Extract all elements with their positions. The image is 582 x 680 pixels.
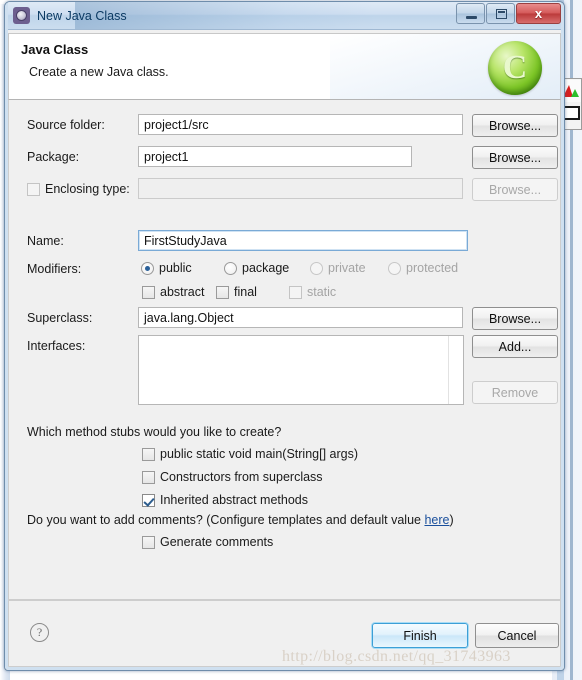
enclosing-type-row: Enclosing type: Browse... [9,178,560,202]
minimize-button[interactable] [456,3,485,24]
comments-question: Do you want to add comments? (Configure … [27,513,454,527]
interfaces-label: Interfaces: [27,339,86,353]
modifiers-row: Modifiers: public package private protec… [9,258,560,282]
superclass-browse-button[interactable]: Browse... [472,307,558,330]
dialog-titlebar[interactable]: New Java Class x [5,2,564,30]
stub-main-row: public static void main(String[] args) [9,444,560,468]
restore-icon [496,9,507,19]
enclosing-type-checkbox[interactable] [27,183,40,196]
superclass-label: Superclass: [27,311,93,325]
close-icon: x [534,6,543,21]
source-folder-input[interactable]: project1/src [138,114,463,135]
page-subtitle: Create a new Java class. [29,65,169,79]
window-controls: x [455,3,561,24]
stub-checkbox-main[interactable] [142,448,155,461]
dialog-footer: ? Finish Cancel [8,600,561,667]
package-row: Package: project1 Browse... [9,146,560,170]
configure-templates-link[interactable]: here [424,513,449,527]
comments-question-suffix: ) [449,513,454,527]
page-title: Java Class [21,42,89,57]
modifier-label-static: static [307,285,337,299]
close-button[interactable]: x [516,3,561,24]
stub-label-main: public static void main(String[] args) [160,447,358,461]
screen: New Java Class x Java Class Create a new… [0,0,582,680]
modifier-label-public: public [159,261,192,275]
method-stubs-question: Which method stubs would you like to cre… [27,425,282,439]
interfaces-add-button[interactable]: Add... [472,335,558,358]
modifier-flags-row: abstract final static [9,282,560,306]
package-input[interactable]: project1 [138,146,412,167]
modifier-checkbox-static [289,286,302,299]
interfaces-list[interactable] [138,335,464,405]
stub-checkbox-constructors[interactable] [142,471,155,484]
enclosing-type-label: Enclosing type: [45,182,130,196]
stub-label-inherited: Inherited abstract methods [160,493,308,507]
name-label: Name: [27,234,64,248]
stub-constructors-row: Constructors from superclass [9,467,560,491]
dialog-header: Java Class Create a new Java class. [8,33,561,100]
modifiers-label: Modifiers: [27,262,82,276]
cancel-button[interactable]: Cancel [475,623,559,648]
dialog-body: Source folder: project1/src Browse... Pa… [8,100,561,600]
modifier-radio-protected [388,262,401,275]
maximize-restore-button[interactable] [486,3,515,24]
source-folder-label: Source folder: [27,118,105,132]
interfaces-list-scrollbar[interactable] [448,336,463,404]
interfaces-remove-button: Remove [472,381,558,404]
modifier-label-abstract: abstract [160,285,205,299]
wizard-gear-icon [13,7,30,24]
modifier-radio-private [310,262,323,275]
source-folder-row: Source folder: project1/src Browse... [9,114,560,138]
modifier-label-package: package [242,261,290,275]
interfaces-row: Interfaces: Add... Remove [9,335,560,407]
name-row: Name: FirstStudyJava [9,230,560,254]
stub-checkbox-inherited[interactable] [142,494,155,507]
modifier-checkbox-abstract[interactable] [142,286,155,299]
generate-comments-row: Generate comments [9,532,560,556]
enclosing-type-input[interactable] [138,178,463,199]
comments-question-prefix: Do you want to add comments? (Configure … [27,513,425,527]
modifier-label-private: private [328,261,366,275]
minimize-icon [466,16,477,19]
generate-comments-label: Generate comments [160,535,274,549]
modifier-checkbox-final[interactable] [216,286,229,299]
superclass-input[interactable]: java.lang.Object [138,307,463,328]
package-label: Package: [27,150,80,164]
help-icon[interactable]: ? [30,623,49,642]
modifier-radio-package[interactable] [224,262,237,275]
enclosing-type-browse-button: Browse... [472,178,558,201]
generate-comments-checkbox[interactable] [142,536,155,549]
java-class-banner-icon [488,41,542,95]
new-java-class-dialog: New Java Class x Java Class Create a new… [4,1,565,671]
modifier-label-final: final [234,285,257,299]
modifier-radio-public[interactable] [141,262,154,275]
stub-inherited-row: Inherited abstract methods [9,490,560,514]
window-title: New Java Class [37,8,127,23]
finish-button[interactable]: Finish [372,623,468,648]
superclass-row: Superclass: java.lang.Object Browse... [9,307,560,331]
package-browse-button[interactable]: Browse... [472,146,558,169]
modifier-label-protected: protected [406,261,459,275]
source-folder-browse-button[interactable]: Browse... [472,114,558,137]
class-name-input[interactable]: FirstStudyJava [138,230,468,251]
stub-label-constructors: Constructors from superclass [160,470,323,484]
